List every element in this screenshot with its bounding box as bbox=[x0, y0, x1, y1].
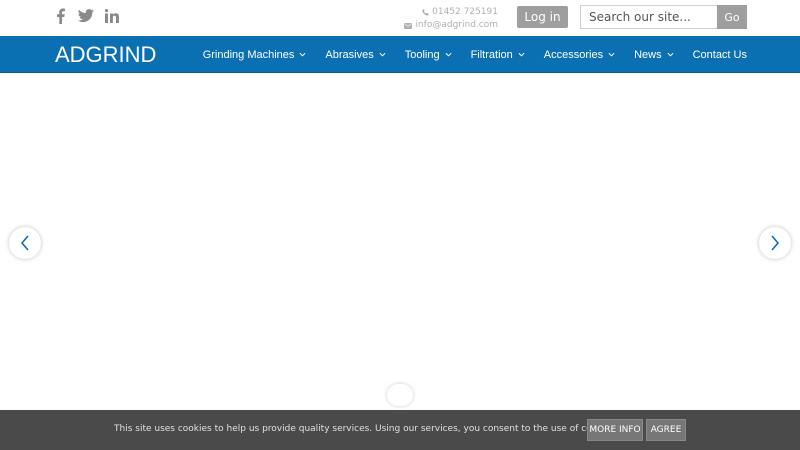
nav-item-label: News bbox=[634, 48, 662, 61]
chevron-down-icon bbox=[518, 52, 525, 57]
twitter-icon[interactable] bbox=[78, 7, 94, 25]
chevron-right-icon bbox=[771, 235, 780, 251]
site-logo[interactable]: ADGRIND bbox=[55, 43, 165, 65]
nav-item-grinding-machines[interactable]: Grinding Machines bbox=[193, 36, 316, 73]
nav-item-label: Abrasives bbox=[325, 48, 374, 61]
nav-item-label: Grinding Machines bbox=[202, 48, 295, 61]
facebook-icon[interactable] bbox=[52, 7, 68, 25]
nav-item-filtration[interactable]: Filtration bbox=[461, 36, 534, 73]
nav-item-tooling[interactable]: Tooling bbox=[395, 36, 461, 73]
cookie-more-info-button[interactable]: MORE INFO bbox=[587, 419, 643, 441]
chevron-left-icon bbox=[20, 235, 29, 251]
contact-info: 01452 725191 info@adgrind.com bbox=[404, 6, 498, 32]
adgrind-logo-icon: ADGRIND bbox=[55, 43, 156, 65]
cookie-banner: This site uses cookies to help us provid… bbox=[0, 410, 800, 450]
linkedin-icon[interactable] bbox=[104, 7, 120, 25]
logo-text: ADGRIND bbox=[55, 43, 156, 65]
phone-row: 01452 725191 bbox=[404, 6, 498, 19]
chevron-down-icon bbox=[379, 52, 386, 57]
hero-slider bbox=[0, 73, 800, 410]
search-form: Go bbox=[580, 5, 747, 29]
cookie-agree-button[interactable]: AGREE bbox=[646, 419, 686, 441]
slider-pagination-dot[interactable] bbox=[387, 384, 413, 406]
envelope-icon bbox=[404, 22, 413, 29]
chevron-down-icon bbox=[299, 52, 306, 57]
phone-number[interactable]: 01452 725191 bbox=[432, 6, 498, 19]
chevron-down-icon bbox=[445, 52, 452, 57]
phone-icon bbox=[422, 9, 429, 16]
nav-menu: Grinding Machines Abrasives Tooling Filt… bbox=[193, 36, 747, 73]
nav-item-news[interactable]: News bbox=[625, 36, 684, 73]
main-navbar: ADGRIND Grinding Machines Abrasives Tool… bbox=[0, 36, 800, 73]
nav-item-label: Tooling bbox=[404, 48, 440, 61]
nav-item-label: Accessories bbox=[543, 48, 604, 61]
search-input[interactable] bbox=[580, 5, 717, 29]
email-row: info@adgrind.com bbox=[404, 19, 498, 32]
nav-item-label: Filtration bbox=[470, 48, 513, 61]
slider-prev-button[interactable] bbox=[9, 227, 41, 259]
email-address[interactable]: info@adgrind.com bbox=[415, 19, 498, 32]
search-go-button[interactable]: Go bbox=[717, 5, 747, 29]
social-links bbox=[52, 7, 120, 25]
top-bar: 01452 725191 info@adgrind.com Log in Go bbox=[0, 0, 800, 36]
chevron-down-icon bbox=[667, 52, 674, 57]
nav-item-contact-us[interactable]: Contact Us bbox=[683, 36, 747, 73]
slider-next-button[interactable] bbox=[759, 227, 791, 259]
nav-item-accessories[interactable]: Accessories bbox=[534, 36, 624, 73]
nav-item-abrasives[interactable]: Abrasives bbox=[316, 36, 395, 73]
cookie-message: This site uses cookies to help us provid… bbox=[114, 424, 618, 434]
chevron-down-icon bbox=[608, 52, 615, 57]
login-button[interactable]: Log in bbox=[517, 6, 568, 28]
nav-item-label: Contact Us bbox=[692, 48, 747, 61]
